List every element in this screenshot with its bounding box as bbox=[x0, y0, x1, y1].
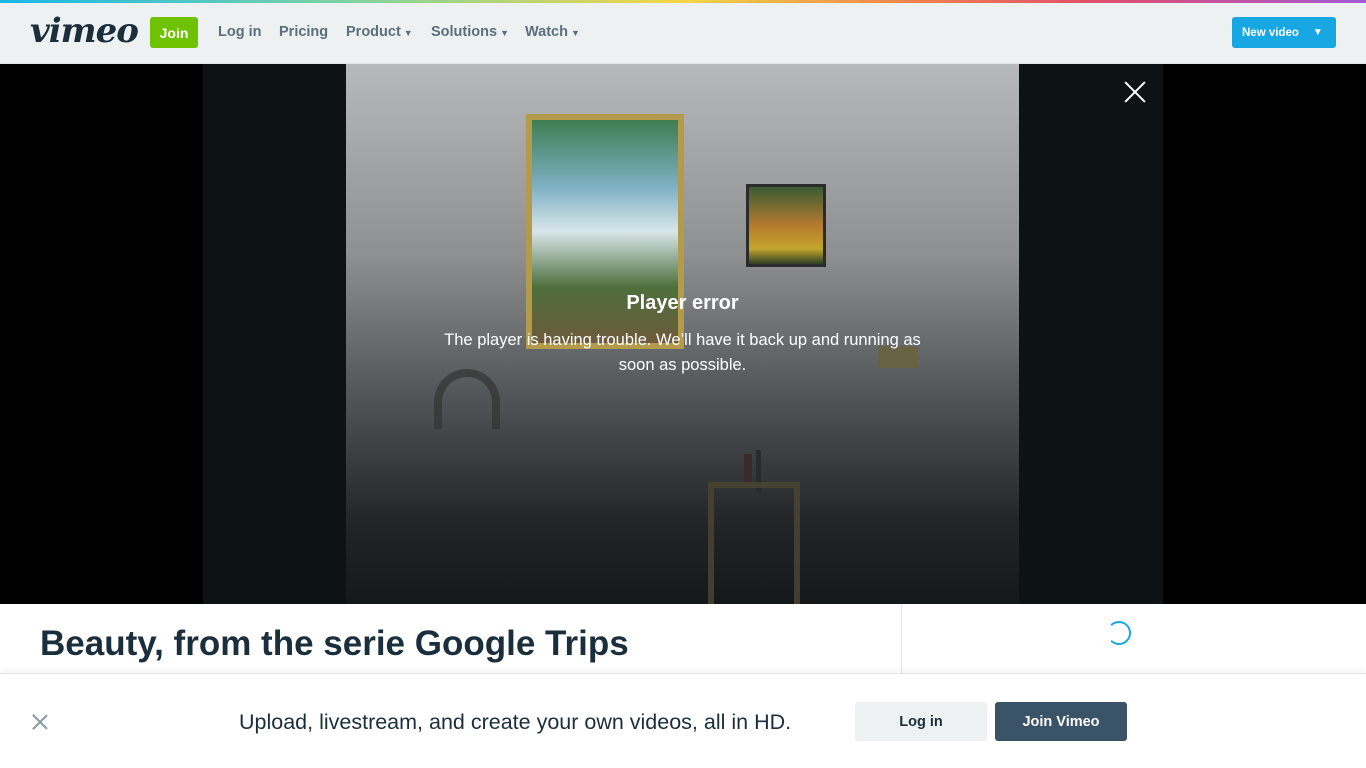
nav-product-label: Product bbox=[346, 24, 401, 40]
bottle bbox=[744, 454, 752, 482]
new-video-label: New video bbox=[1242, 26, 1299, 39]
column-divider bbox=[901, 604, 902, 674]
close-icon[interactable] bbox=[32, 714, 48, 730]
join-vimeo-button[interactable]: Join Vimeo bbox=[995, 702, 1127, 741]
nav-pricing-link[interactable]: Pricing bbox=[279, 24, 328, 40]
player-error-message: The player is having trouble. We’ll have… bbox=[444, 331, 921, 374]
new-video-button[interactable]: New video ▼ bbox=[1232, 17, 1336, 48]
loading-spinner-icon bbox=[1107, 621, 1131, 645]
chevron-down-icon: ▼ bbox=[1312, 27, 1323, 38]
display-stand bbox=[708, 482, 800, 604]
chevron-down-icon: ▼ bbox=[570, 28, 580, 38]
nav-pricing-label: Pricing bbox=[279, 24, 329, 40]
vimeo-logo[interactable]: vimeo bbox=[30, 11, 139, 51]
headphones bbox=[434, 369, 500, 429]
top-navbar: vimeo Join Log in Pricing Product ▼ Solut… bbox=[0, 3, 1366, 64]
video-frame[interactable]: Player error The player is having troubl… bbox=[346, 64, 1019, 604]
signup-promo-bar: Upload, livestream, and create your own … bbox=[0, 673, 1366, 768]
login-button[interactable]: Log in bbox=[855, 702, 987, 741]
nav-login-label: Log in bbox=[218, 24, 262, 40]
nav-watch-menu[interactable]: Watch ▼ bbox=[525, 24, 580, 40]
player-error-title: Player error bbox=[626, 292, 739, 314]
video-title-area: Beauty, from the serie Google Trips bbox=[0, 604, 901, 674]
close-icon[interactable] bbox=[1124, 81, 1146, 103]
video-player[interactable]: Player error The player is having troubl… bbox=[0, 64, 1366, 604]
small-painting bbox=[746, 184, 826, 267]
chevron-down-icon: ▼ bbox=[500, 28, 509, 38]
nav-watch-label: Watch bbox=[525, 24, 568, 40]
nav-product-menu[interactable]: Product ▼ bbox=[346, 24, 413, 40]
nav-solutions-menu[interactable]: Solutions ▼ bbox=[431, 24, 509, 40]
join-button[interactable]: Join bbox=[150, 17, 198, 48]
promo-message: Upload, livestream, and create your own … bbox=[239, 710, 792, 734]
video-title: Beauty, from the serie Google Trips bbox=[40, 624, 629, 663]
chevron-down-icon: ▼ bbox=[403, 28, 413, 38]
nav-solutions-label: Solutions bbox=[431, 24, 498, 40]
nav-login-link[interactable]: Log in bbox=[218, 24, 262, 40]
